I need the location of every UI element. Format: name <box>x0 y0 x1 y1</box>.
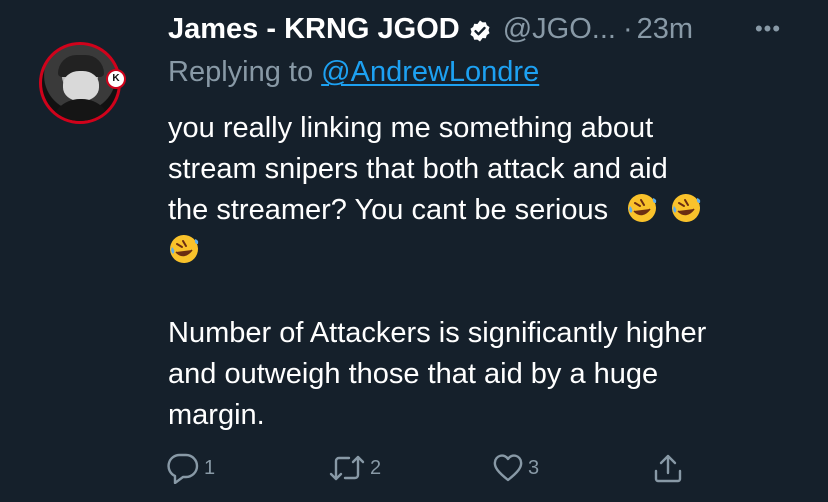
like-count: 3 <box>528 456 540 479</box>
avatar-badge: K <box>106 69 126 89</box>
share-button[interactable] <box>652 450 684 486</box>
tweet-text: you really linking me something about st… <box>168 108 808 436</box>
reply-count: 1 <box>204 456 216 479</box>
avatar-shirt <box>50 99 112 121</box>
share-icon <box>654 454 682 483</box>
tweet[interactable]: K James - KRNG JGOD @JGO... · 23m ••• Re… <box>0 0 828 502</box>
author-handle[interactable]: @JGO... <box>503 13 616 46</box>
tweet-header: James - KRNG JGOD @JGO... · 23m <box>168 9 693 49</box>
rofl-emoji-icon <box>168 233 200 265</box>
like-button[interactable]: 3 <box>492 450 539 486</box>
replying-to: Replying to @AndrewLondre <box>168 56 539 89</box>
action-bar: 1 2 3 <box>166 450 696 490</box>
tweet-text-line: and outweigh those that aid by a huge <box>168 358 659 390</box>
tweet-text-line: margin. <box>168 399 265 431</box>
tweet-text-fragment: the streamer? You cant be serious <box>168 194 609 226</box>
tweet-text-line: stream snipers that both attack and aid <box>168 153 668 185</box>
reply-button[interactable]: 1 <box>166 450 215 486</box>
tweet-text-line: Number of Attackers is significantly hig… <box>168 317 707 349</box>
avatar-face <box>63 71 99 101</box>
verified-icon <box>468 18 492 42</box>
tweet-text-line <box>168 231 808 272</box>
replying-prefix: Replying to <box>168 56 322 88</box>
retweet-button[interactable]: 2 <box>328 450 381 486</box>
heart-icon <box>493 454 523 482</box>
reply-icon <box>167 453 199 484</box>
avatar[interactable]: K <box>39 42 150 124</box>
separator-dot: · <box>622 12 633 45</box>
tweet-text-line: you really linking me something about <box>168 112 654 144</box>
rofl-emoji-icon <box>626 192 658 224</box>
more-options-icon[interactable]: ••• <box>752 17 784 41</box>
tweet-text-line: the streamer? You cant be serious <box>168 190 808 231</box>
retweet-count: 2 <box>370 456 382 479</box>
rofl-emoji-icon <box>670 192 702 224</box>
retweet-icon <box>329 455 365 481</box>
author-name[interactable]: James - KRNG JGOD <box>168 13 460 46</box>
mention-link[interactable]: @AndrewLondre <box>321 56 539 88</box>
tweet-timestamp[interactable]: 23m <box>637 13 693 46</box>
